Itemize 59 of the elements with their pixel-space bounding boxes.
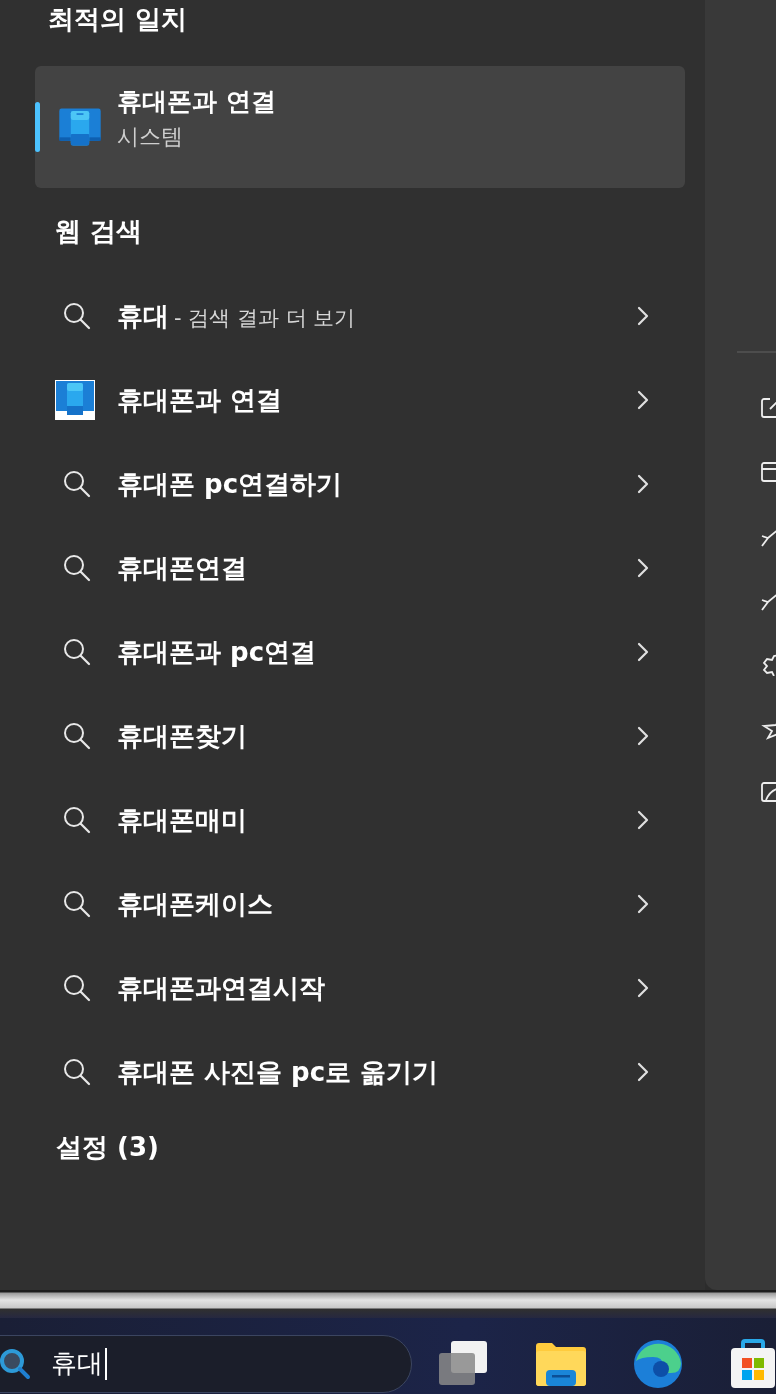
web-result-item[interactable]: 휴대폰 사진을 pc로 옮기기 bbox=[0, 1030, 705, 1114]
open-icon[interactable] bbox=[760, 396, 776, 420]
search-icon bbox=[62, 1057, 92, 1087]
result-text: 휴대폰과 연결 bbox=[117, 384, 283, 415]
web-result-item[interactable]: 휴대폰연결 bbox=[0, 526, 705, 610]
search-icon bbox=[62, 553, 92, 583]
chevron-right-icon bbox=[637, 978, 649, 998]
chevron-right-icon bbox=[637, 894, 649, 914]
web-result-item[interactable]: 휴대폰과 연결 bbox=[0, 358, 705, 442]
suggestion-text: 휴대폰 사진을 pc로 옮기기 bbox=[117, 1056, 439, 1087]
suggestion-text: 휴대폰과 pc연결 bbox=[117, 636, 317, 667]
web-result-item[interactable]: 휴대폰케이스 bbox=[0, 862, 705, 946]
suggestion-text: 휴대폰과연결시작 bbox=[117, 972, 325, 1003]
app-category: 시스템 bbox=[117, 122, 184, 151]
web-result-item[interactable]: 휴대폰매미 bbox=[0, 778, 705, 862]
search-icon bbox=[62, 469, 92, 499]
phone-link-icon bbox=[55, 380, 95, 420]
suggestion-text: 휴대폰케이스 bbox=[117, 888, 273, 919]
chevron-right-icon bbox=[637, 642, 649, 662]
web-result-item[interactable]: 휴대폰찾기 bbox=[0, 694, 705, 778]
search-text: 휴대 bbox=[51, 1348, 107, 1380]
suggestion-text: 휴대폰찾기 bbox=[117, 720, 247, 751]
chevron-right-icon bbox=[637, 306, 649, 326]
web-result-item[interactable]: 휴대 - 검색 결과 더 보기 bbox=[0, 274, 705, 358]
task-view-icon[interactable] bbox=[439, 1341, 489, 1387]
query-text: 휴대 bbox=[117, 300, 169, 331]
chevron-right-icon bbox=[637, 390, 649, 410]
section-heading: 웹 검색 bbox=[55, 218, 144, 244]
suggestion-text: 휴대폰매미 bbox=[117, 804, 247, 835]
chevron-right-icon bbox=[637, 726, 649, 746]
browser-icon[interactable] bbox=[633, 1339, 683, 1389]
section-heading: 설정 (3) bbox=[56, 1134, 160, 1160]
search-icon bbox=[62, 301, 92, 331]
app-title: 휴대폰과 연결 bbox=[117, 85, 276, 118]
web-result-item[interactable]: 휴대폰과연결시작 bbox=[0, 946, 705, 1030]
more-results-text: - 검색 결과 더 보기 bbox=[174, 305, 356, 330]
settings-icon[interactable] bbox=[760, 652, 776, 676]
search-icon bbox=[0, 1348, 31, 1380]
folder-icon[interactable] bbox=[536, 1342, 586, 1386]
suggestion-text: 휴대폰연결 bbox=[117, 552, 247, 583]
store-icon[interactable] bbox=[730, 1339, 776, 1389]
best-match-item[interactable]: 휴대폰과 연결 시스템 bbox=[35, 66, 685, 188]
search-icon bbox=[62, 973, 92, 1003]
search-icon bbox=[62, 637, 92, 667]
web-result-item[interactable]: 휴대폰 pc연결하기 bbox=[0, 442, 705, 526]
window-icon[interactable] bbox=[760, 460, 776, 484]
chevron-right-icon bbox=[637, 474, 649, 494]
image-icon[interactable] bbox=[760, 780, 776, 804]
web-result-item[interactable]: 휴대폰과 pc연결 bbox=[0, 610, 705, 694]
chevron-right-icon bbox=[637, 558, 649, 578]
chevron-right-icon bbox=[637, 810, 649, 830]
search-icon bbox=[62, 721, 92, 751]
search-icon bbox=[62, 889, 92, 919]
search-icon bbox=[62, 805, 92, 835]
selection-indicator bbox=[35, 102, 40, 152]
section-heading: 최적의 일치 bbox=[48, 6, 189, 32]
suggestion-text: 휴대폰 pc연결하기 bbox=[117, 468, 343, 499]
search-field[interactable]: 휴대 bbox=[0, 1335, 412, 1393]
chevron-right-icon bbox=[637, 1062, 649, 1082]
